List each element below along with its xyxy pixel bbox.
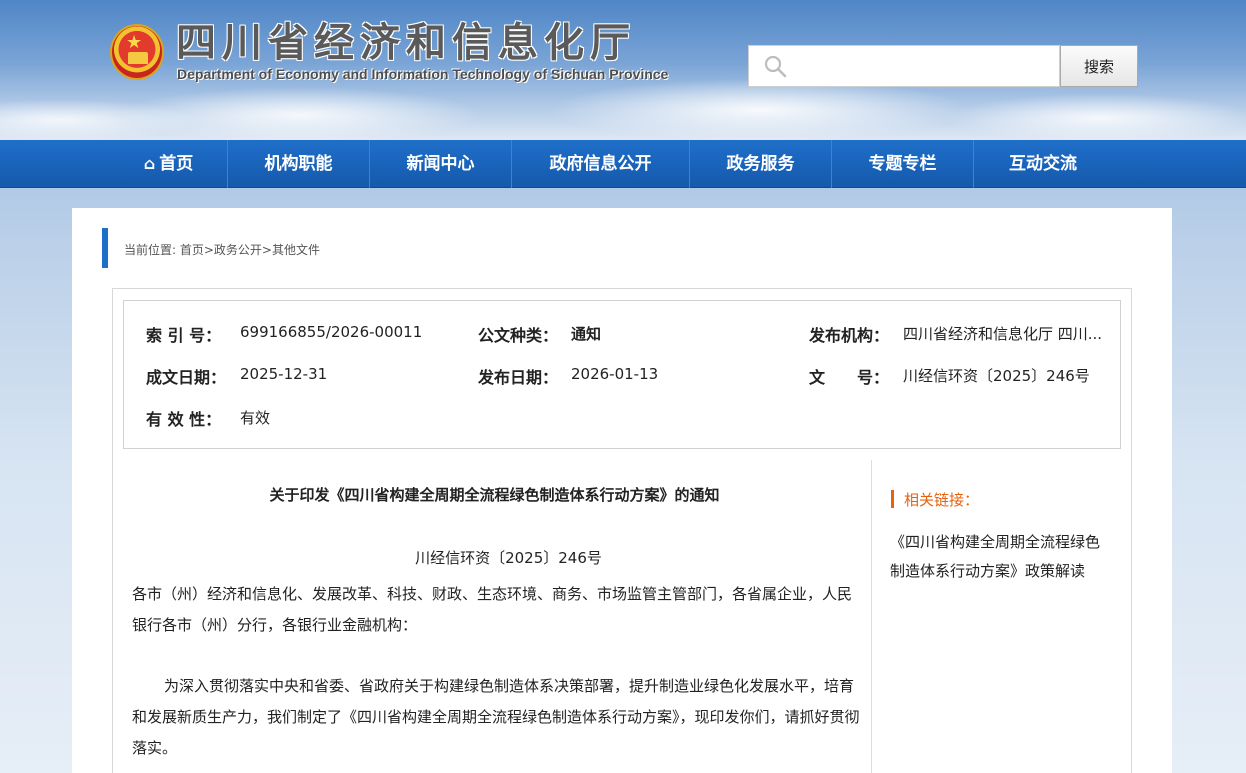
nav-item-topics[interactable]: 专题专栏 [832,140,973,188]
home-icon: ⌂ [143,154,156,173]
document-number: 川经信环资〔2025〕246号 [415,549,602,567]
related-marker [891,490,894,508]
meta-published-value: 2026-01-13 [571,365,659,383]
related-link-policy-interpretation[interactable]: 《四川省构建全周期全流程绿色制造体系行动方案》政策解读 [890,528,1108,586]
site-header: ★ 四川省经济和信息化厅 Department of Economy and I… [0,0,1246,140]
nav-item-info-disclosure[interactable]: 政府信息公开 [512,140,689,188]
search-button[interactable]: 搜索 [1060,45,1138,87]
meta-doctype-label: 公文种类： [478,326,559,345]
nav-item-functions[interactable]: 机构职能 [228,140,369,188]
content-divider [871,460,872,773]
meta-docno-value: 川经信环资〔2025〕246号 [903,367,1090,385]
meta-index-label: 索 引 号： [146,326,222,345]
meta-validity-label: 有 效 性： [146,410,222,429]
meta-published-label: 发布日期： [478,368,559,387]
breadcrumb: 当前位置: 首页>政务公开>其他文件 [124,243,320,257]
search-box [748,45,1060,87]
nav-item-home[interactable]: ⌂ 首页 [110,140,227,188]
meta-index-value: 699166855/2026-00011 [240,323,423,341]
related-links-title: 相关链接： [904,491,980,509]
document-title: 关于印发《四川省构建全周期全流程绿色制造体系行动方案》的通知 [269,486,720,504]
meta-created-value: 2025-12-31 [240,365,328,383]
site-title: 四川省经济和信息化厅 [176,20,636,66]
search-input[interactable] [797,52,1052,80]
nav-item-interaction[interactable]: 互动交流 [974,140,1112,188]
meta-doctype-value: 通知 [571,325,602,343]
nav-item-services[interactable]: 政务服务 [690,140,831,188]
content-panel: 当前位置: 首页>政务公开>其他文件 索 引 号： 699166855/2026… [72,208,1172,773]
site-subtitle: Department of Economy and Information Te… [177,66,669,82]
meta-validity-value: 有效 [240,409,271,427]
document-body: 为深入贯彻落实中央和省委、省政府关于构建绿色制造体系决策部署，提升制造业绿色化发… [132,677,860,757]
document-meta-table: 索 引 号： 699166855/2026-00011 公文种类： 通知 发布机… [123,300,1121,449]
nav-item-news[interactable]: 新闻中心 [370,140,511,188]
meta-docno-label: 文 号： [809,368,890,387]
nav-item-label: 首页 [159,154,194,174]
meta-issuer-label: 发布机构： [809,326,890,345]
document-addressee: 各市（州）经济和信息化、发展改革、科技、财政、生态环境、商务、市场监管主管部门，… [132,585,853,634]
main-nav: ⌂ 首页 机构职能 新闻中心 政府信息公开 政务服务 专题专栏 互动交流 [0,140,1246,188]
meta-created-label: 成文日期： [146,368,227,387]
national-emblem-icon: ★ [110,24,164,80]
meta-issuer-value: 四川省经济和信息化厅 四川... [903,325,1103,343]
search-icon [764,55,787,78]
breadcrumb-marker [102,228,108,268]
